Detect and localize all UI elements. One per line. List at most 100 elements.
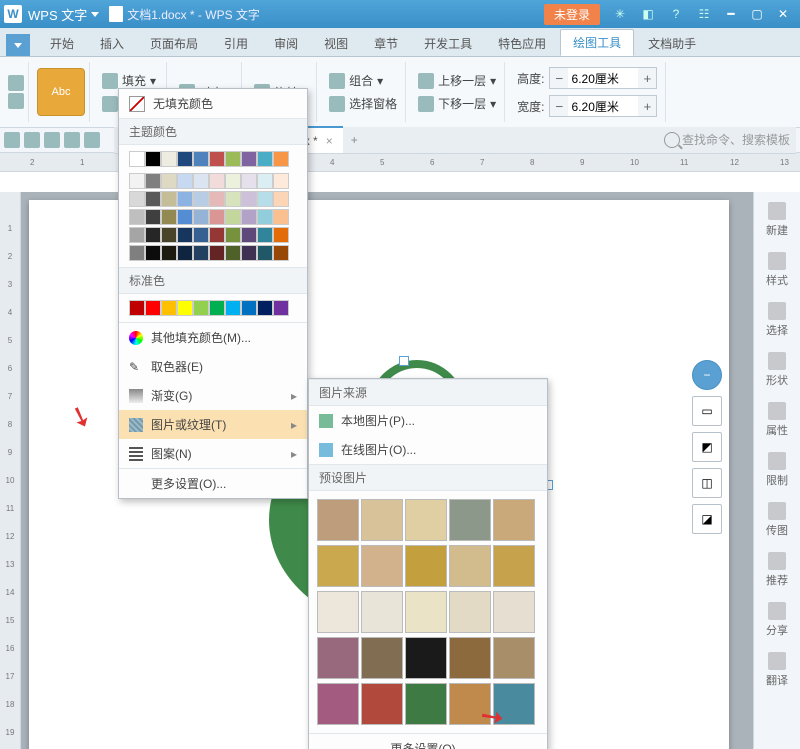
color-swatch[interactable] <box>209 173 225 189</box>
text-box-icon[interactable] <box>8 93 24 109</box>
sidebar-item-limit[interactable]: 限制 <box>754 448 800 492</box>
color-swatch[interactable] <box>193 300 209 316</box>
ruler-vertical[interactable]: 12345678910111213141516171819 <box>0 192 21 749</box>
sidebar-item-share[interactable]: 分享 <box>754 598 800 642</box>
new-tab-button[interactable]: + <box>343 133 366 147</box>
color-swatch[interactable] <box>241 227 257 243</box>
color-swatch[interactable] <box>129 173 145 189</box>
shape-tool-outline[interactable]: ◫ <box>692 468 722 498</box>
fill-texture[interactable]: 图片或纹理(T)▸ <box>119 410 307 439</box>
sidebar-item-select[interactable]: 选择 <box>754 298 800 342</box>
tab-review[interactable]: 审阅 <box>262 31 310 56</box>
shape-tool-minus[interactable]: − <box>692 360 722 390</box>
undo-icon[interactable] <box>64 132 80 148</box>
close-button[interactable]: ✕ <box>770 7 796 21</box>
height-spinner[interactable]: −+ <box>549 67 657 89</box>
color-swatch[interactable] <box>209 245 225 261</box>
shape-style-preview[interactable]: Abc <box>37 68 85 116</box>
color-swatch[interactable] <box>129 300 145 316</box>
color-swatch[interactable] <box>129 191 145 207</box>
preview-icon[interactable] <box>44 132 60 148</box>
color-swatch[interactable] <box>177 227 193 243</box>
width-input[interactable] <box>568 99 638 113</box>
tex-more-settings[interactable]: 更多设置(O)... <box>309 734 547 749</box>
color-swatch[interactable] <box>129 245 145 261</box>
texture-tile[interactable] <box>493 499 535 541</box>
color-swatch[interactable] <box>145 191 161 207</box>
edit-shape-icon[interactable] <box>8 75 24 91</box>
selection-pane-button[interactable]: 选择窗格 <box>325 93 401 114</box>
feedback-icon[interactable]: ☷ <box>692 2 716 26</box>
color-swatch[interactable] <box>225 300 241 316</box>
texture-tile[interactable] <box>361 499 403 541</box>
color-swatch[interactable] <box>145 151 161 167</box>
color-swatch[interactable] <box>225 151 241 167</box>
color-swatch[interactable] <box>257 151 273 167</box>
texture-tile[interactable] <box>317 545 359 587</box>
login-button[interactable]: 未登录 <box>544 4 600 25</box>
tab-start[interactable]: 开始 <box>38 31 86 56</box>
color-swatch[interactable] <box>273 151 289 167</box>
fill-eyedropper[interactable]: ✎取色器(E) <box>119 352 307 381</box>
tab-draw[interactable]: 绘图工具 <box>560 29 634 56</box>
texture-tile[interactable] <box>405 683 447 725</box>
color-swatch[interactable] <box>225 245 241 261</box>
color-swatch[interactable] <box>209 300 225 316</box>
width-inc[interactable]: + <box>638 96 656 116</box>
texture-tile[interactable] <box>449 591 491 633</box>
tab-view[interactable]: 视图 <box>312 31 360 56</box>
texture-tile[interactable] <box>361 637 403 679</box>
color-swatch[interactable] <box>257 191 273 207</box>
color-swatch[interactable] <box>129 151 145 167</box>
fill-gradient[interactable]: 渐变(G)▸ <box>119 381 307 410</box>
save-icon[interactable] <box>4 132 20 148</box>
color-swatch[interactable] <box>257 245 273 261</box>
color-swatch[interactable] <box>129 209 145 225</box>
texture-tile[interactable] <box>449 545 491 587</box>
send-backward-button[interactable]: 下移一层▾ <box>414 93 500 114</box>
color-swatch[interactable] <box>161 191 177 207</box>
color-swatch[interactable] <box>241 191 257 207</box>
color-swatch[interactable] <box>193 151 209 167</box>
tab-insert[interactable]: 插入 <box>88 31 136 56</box>
texture-tile[interactable] <box>405 637 447 679</box>
color-swatch[interactable] <box>161 227 177 243</box>
color-swatch[interactable] <box>225 191 241 207</box>
fill-more-settings[interactable]: 更多设置(O)... <box>119 469 307 498</box>
height-inc[interactable]: + <box>638 68 656 88</box>
tab-special[interactable]: 特色应用 <box>486 31 558 56</box>
app-menu-dropdown-icon[interactable] <box>91 12 99 17</box>
tab-dev[interactable]: 开发工具 <box>412 31 484 56</box>
minimize-button[interactable]: ━ <box>718 7 744 21</box>
width-spinner[interactable]: −+ <box>549 95 657 117</box>
texture-tile[interactable] <box>493 637 535 679</box>
sidebar-item-shape[interactable]: 形状 <box>754 348 800 392</box>
height-input[interactable] <box>568 71 638 85</box>
bring-forward-button[interactable]: 上移一层▾ <box>414 70 500 91</box>
shape-tool-shadow[interactable]: ◪ <box>692 504 722 534</box>
texture-tile[interactable] <box>449 637 491 679</box>
texture-tile[interactable] <box>405 591 447 633</box>
color-swatch[interactable] <box>225 209 241 225</box>
sidebar-item-pic[interactable]: 传图 <box>754 498 800 542</box>
color-swatch[interactable] <box>177 245 193 261</box>
color-swatch[interactable] <box>209 191 225 207</box>
sidebar-item-style[interactable]: 样式 <box>754 248 800 292</box>
color-swatch[interactable] <box>241 245 257 261</box>
tex-local[interactable]: 本地图片(P)... <box>309 406 547 435</box>
tab-docaid[interactable]: 文档助手 <box>636 31 708 56</box>
fill-nofill[interactable]: 无填充颜色 <box>119 89 307 118</box>
color-swatch[interactable] <box>273 191 289 207</box>
color-swatch[interactable] <box>145 227 161 243</box>
color-swatch[interactable] <box>193 191 209 207</box>
color-swatch[interactable] <box>145 300 161 316</box>
doc1-close-icon[interactable]: × <box>326 134 333 148</box>
color-swatch[interactable] <box>193 245 209 261</box>
texture-tile[interactable] <box>361 545 403 587</box>
texture-tile[interactable] <box>317 499 359 541</box>
color-swatch[interactable] <box>257 227 273 243</box>
shape-tool-fill[interactable]: ◩ <box>692 432 722 462</box>
color-swatch[interactable] <box>273 245 289 261</box>
color-swatch[interactable] <box>225 173 241 189</box>
color-swatch[interactable] <box>161 209 177 225</box>
